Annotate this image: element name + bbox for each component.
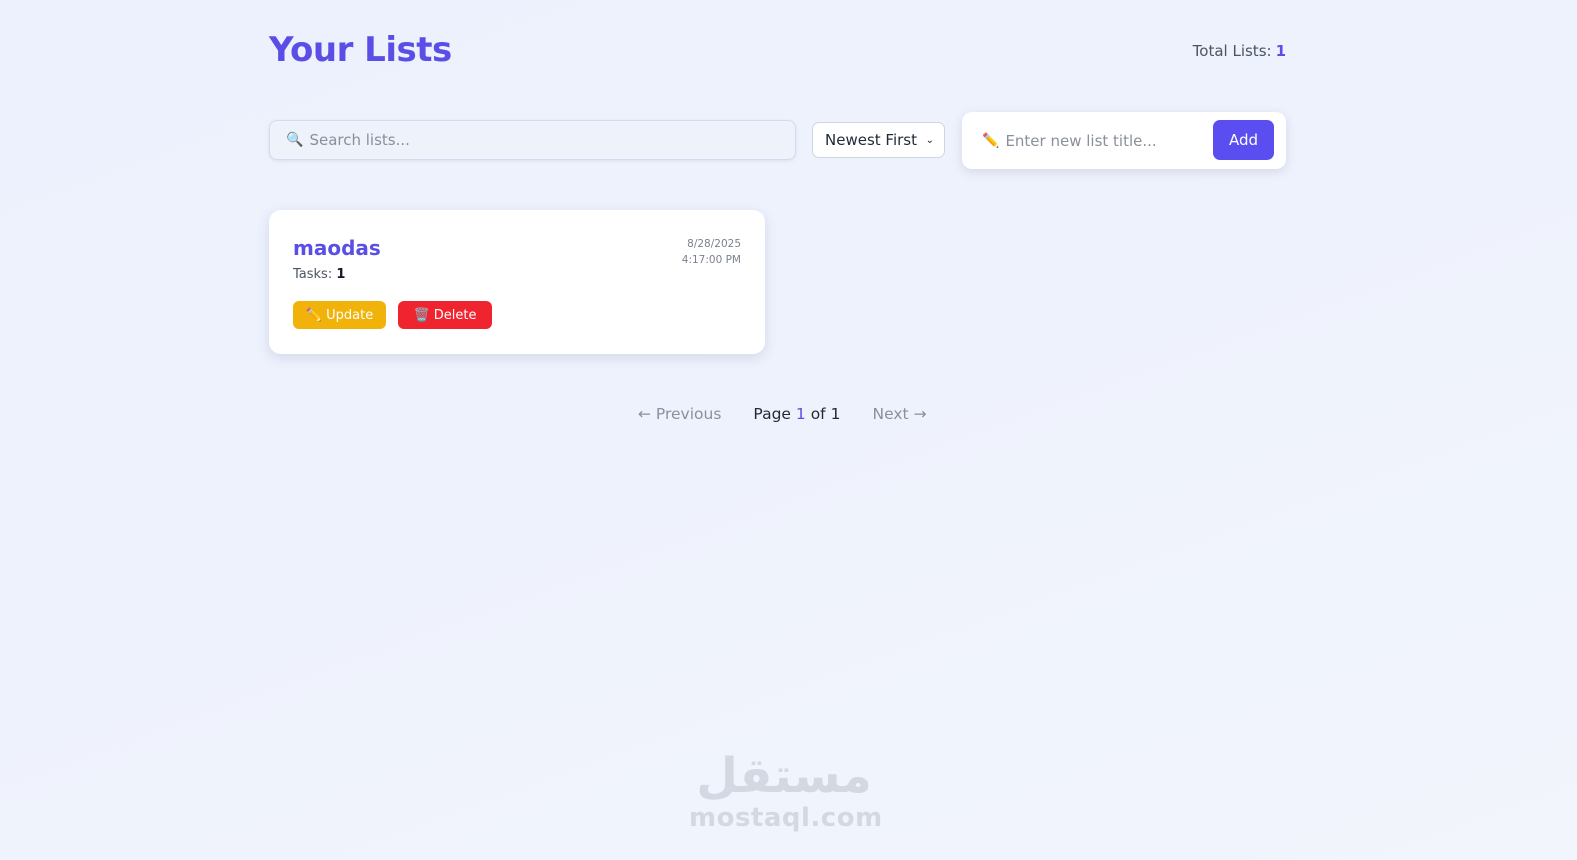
page-title: Your Lists xyxy=(269,30,452,70)
page-indicator: Page 1 of 1 xyxy=(753,405,840,423)
update-list-button[interactable]: ✏️ Update xyxy=(293,301,386,329)
header: Your Lists Total Lists: 1 xyxy=(269,30,1286,76)
sort-select[interactable]: Newest First ⌄ xyxy=(812,122,945,158)
total-lists-label: Total Lists: xyxy=(1192,42,1272,60)
delete-list-button[interactable]: 🗑️ Delete xyxy=(398,301,492,329)
total-pages: 1 xyxy=(830,405,841,423)
add-list-button[interactable]: Add xyxy=(1213,120,1274,160)
watermark-arabic: مستقل xyxy=(696,748,872,804)
new-list-form: ✏️ Add xyxy=(962,112,1286,169)
search-icon: 🔍 xyxy=(286,132,304,148)
new-list-title-input[interactable] xyxy=(1005,131,1186,150)
list-card: maodas Tasks: 1 8/28/2025 4:17:00 PM ✏️ … xyxy=(269,210,765,354)
next-page-button[interactable]: Next → xyxy=(872,405,926,423)
chevron-down-icon: ⌄ xyxy=(925,134,934,146)
list-tasks: Tasks: 1 xyxy=(293,267,345,282)
list-title[interactable]: maodas xyxy=(293,236,381,260)
of-word: of xyxy=(810,405,826,423)
previous-page-button[interactable]: ← Previous xyxy=(638,405,721,423)
page-word: Page xyxy=(753,405,791,423)
mostaql-watermark-logo: مستقل mostaql.com xyxy=(689,748,883,840)
list-time: 4:17:00 PM xyxy=(681,254,741,266)
list-timestamp: 8/28/2025 4:17:00 PM xyxy=(682,236,741,268)
search-input[interactable] xyxy=(309,131,770,149)
sort-selected-value: Newest First xyxy=(825,131,917,149)
list-tasks-count: 1 xyxy=(336,267,346,282)
list-date: 8/28/2025 xyxy=(687,238,741,250)
pencil-icon: ✏️ xyxy=(982,132,1000,149)
search-box[interactable]: 🔍 xyxy=(269,120,796,160)
list-tasks-label: Tasks: xyxy=(293,267,333,282)
watermark-latin: mostaql.com xyxy=(689,803,883,833)
total-lists: Total Lists: 1 xyxy=(1193,42,1286,60)
total-lists-count: 1 xyxy=(1275,42,1286,60)
current-page: 1 xyxy=(795,405,806,423)
pagination: ← Previous Page 1 of 1 Next → xyxy=(638,403,927,425)
